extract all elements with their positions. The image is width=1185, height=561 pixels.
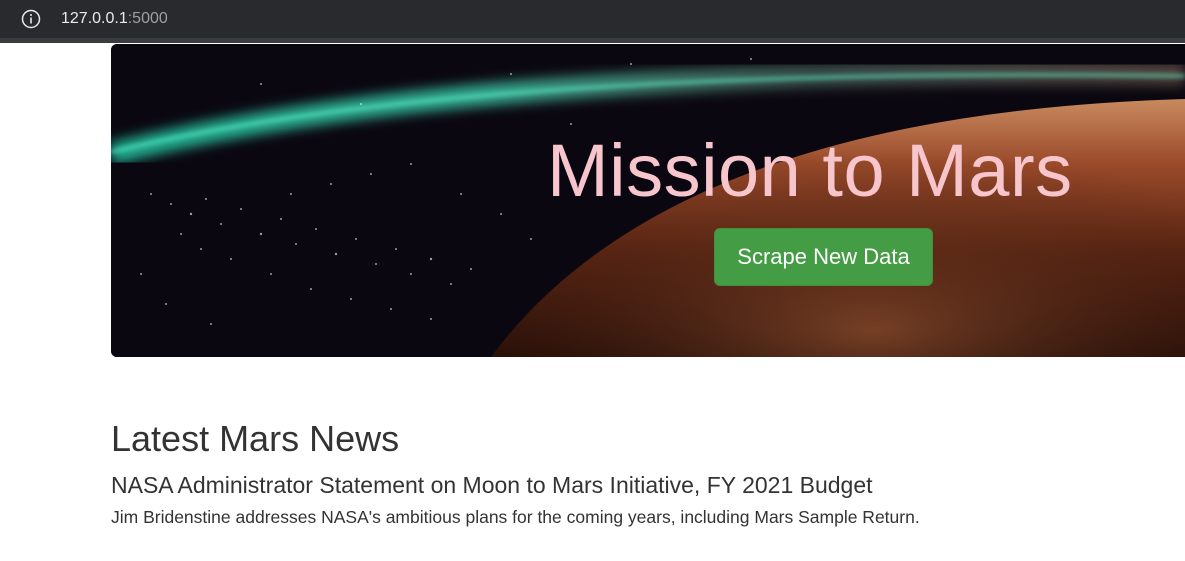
page-title: Mission to Mars xyxy=(547,129,1073,212)
info-icon[interactable] xyxy=(21,9,41,29)
url-port: :5000 xyxy=(127,10,168,27)
latest-news-section: Latest Mars News NASA Administrator Stat… xyxy=(111,415,1111,530)
news-section-heading: Latest Mars News xyxy=(111,418,400,459)
news-article-teaser: Jim Bridenstine addresses NASA's ambitio… xyxy=(111,507,920,527)
url-host: 127.0.0.1 xyxy=(61,10,128,27)
news-article-title: NASA Administrator Statement on Moon to … xyxy=(111,472,873,498)
browser-address-bar: 127.0.0.1:5000 xyxy=(0,0,1185,43)
scrape-new-data-button[interactable]: Scrape New Data xyxy=(714,228,933,286)
url-field[interactable]: 127.0.0.1:5000 xyxy=(61,9,168,29)
hero-banner: Mission to Mars Scrape New Data xyxy=(111,44,1185,357)
